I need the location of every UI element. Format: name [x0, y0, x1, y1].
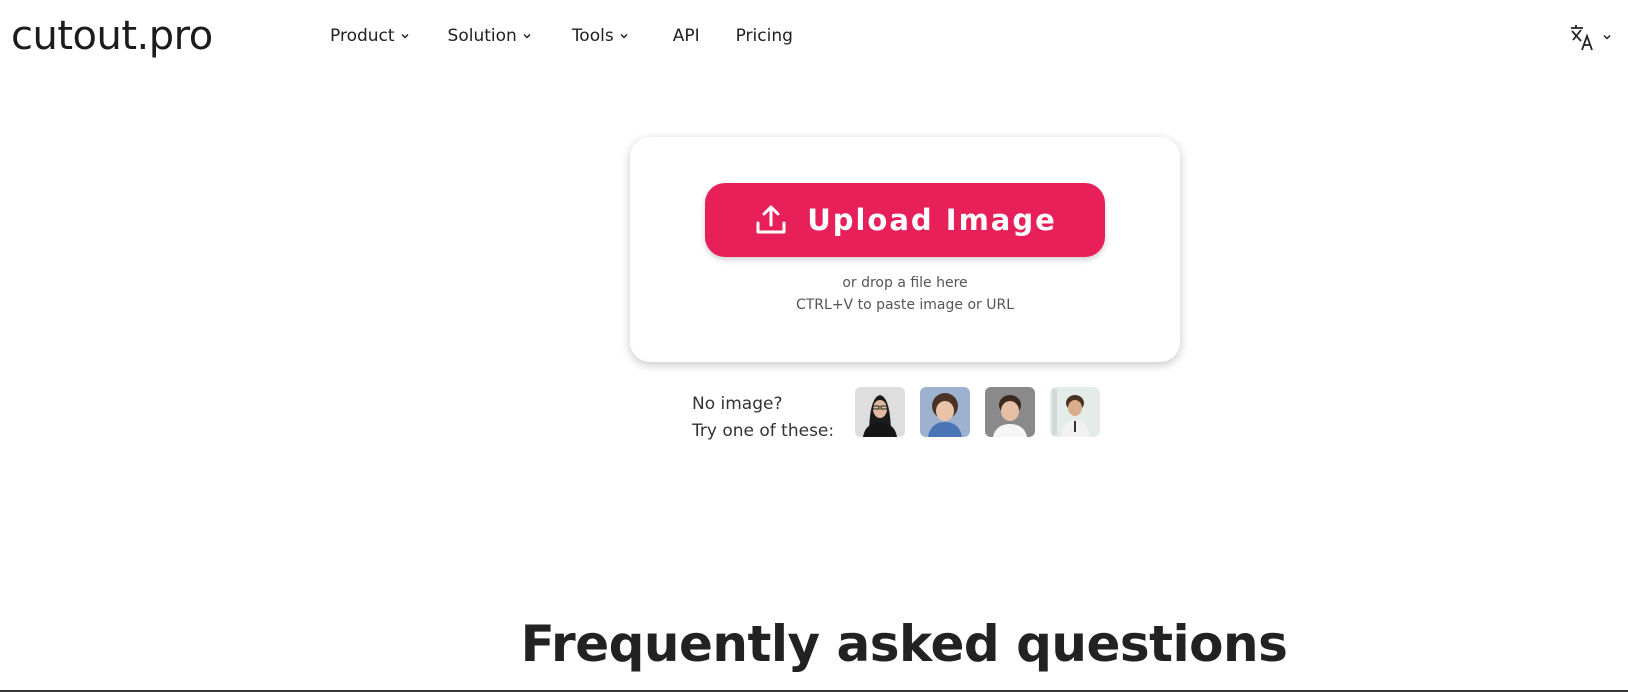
chevron-down-icon	[523, 33, 531, 39]
nav-solution[interactable]: Solution	[448, 24, 532, 48]
sample-prompt-line2: Try one of these:	[692, 421, 835, 441]
drop-hint: or drop a file here CTRL+V to paste imag…	[630, 272, 1180, 316]
nav-solution-label: Solution	[447, 26, 517, 46]
child-portrait-image	[920, 387, 970, 437]
translate-icon	[1571, 25, 1593, 51]
nav-api-label: API	[672, 26, 700, 46]
chevron-down-icon	[1603, 34, 1611, 40]
upload-button-label: Upload Image	[807, 203, 1057, 237]
sample-thumbnail-woman[interactable]	[855, 387, 905, 437]
nav-product[interactable]: Product	[330, 24, 410, 48]
main-nav: Product Solution Tools API Pricing	[330, 24, 793, 48]
sample-thumbnail-curly-child[interactable]	[920, 387, 970, 437]
upload-card[interactable]: Upload Image or drop a file here CTRL+V …	[630, 137, 1180, 362]
sample-thumbnails	[855, 387, 1100, 437]
sample-prompt: No image? Try one of these:	[692, 391, 855, 445]
drop-file-text: or drop a file here	[842, 275, 968, 291]
nav-product-label: Product	[330, 26, 395, 46]
logo[interactable]: cutout.pro	[11, 8, 213, 64]
paste-hint-text: CTRL+V to paste image or URL	[795, 297, 1015, 313]
sample-prompt-line1: No image?	[692, 394, 783, 414]
faq-title: Frequently asked questions	[520, 615, 1288, 673]
nav-api[interactable]: API	[673, 24, 700, 48]
nav-pricing-label: Pricing	[735, 26, 793, 46]
upload-image-button[interactable]: Upload Image	[705, 183, 1105, 257]
language-selector[interactable]	[1568, 22, 1612, 52]
nav-tools-label: Tools	[571, 26, 614, 46]
sample-thumbnail-boy-vest[interactable]	[1050, 387, 1100, 437]
woman-portrait-image	[855, 387, 905, 437]
sample-thumbnail-boy[interactable]	[985, 387, 1035, 437]
chevron-down-icon	[401, 33, 409, 39]
boy-vest-portrait-image	[1050, 387, 1100, 437]
nav-pricing[interactable]: Pricing	[736, 24, 793, 48]
site-header: cutout.pro Product Solution Tools API Pr…	[0, 0, 1628, 72]
chevron-down-icon	[620, 33, 628, 39]
nav-tools[interactable]: Tools	[572, 24, 629, 48]
upload-icon	[756, 205, 786, 234]
sample-images: No image? Try one of these:	[692, 387, 1100, 445]
boy-portrait-image	[985, 387, 1035, 437]
